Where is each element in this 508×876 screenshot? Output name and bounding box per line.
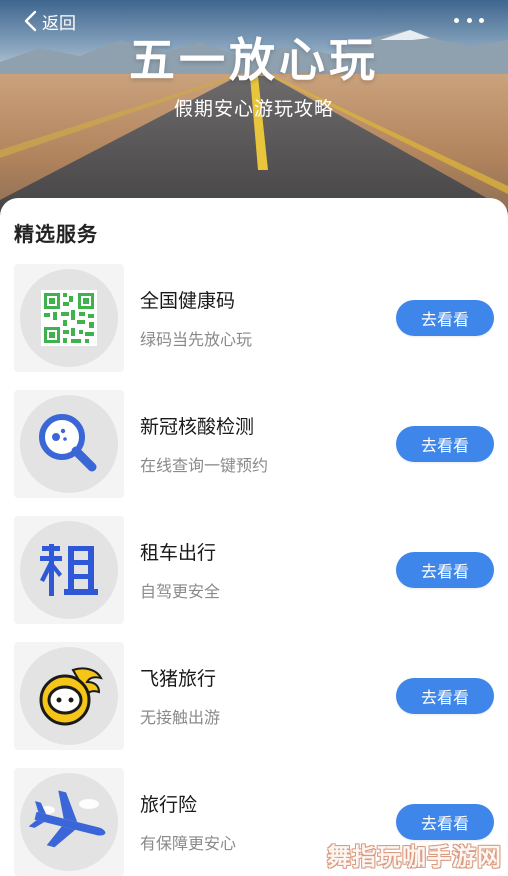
- watermark: 舞指玩咖手游网: [327, 843, 502, 871]
- service-item-nucleic-test[interactable]: 新冠核酸检测 在线查询一键预约 去看看: [0, 390, 508, 500]
- go-see-button[interactable]: 去看看: [396, 552, 494, 588]
- service-name: 旅行险: [140, 794, 198, 816]
- service-desc: 无接触出游: [140, 708, 221, 727]
- dot-icon: [479, 17, 484, 23]
- go-see-button[interactable]: 去看看: [396, 678, 494, 714]
- service-item-health-code[interactable]: 全国健康码 绿码当先放心玩 去看看: [0, 264, 508, 374]
- service-name: 全国健康码: [140, 290, 236, 312]
- go-see-button[interactable]: 去看看: [396, 804, 494, 840]
- page-title: 五一放心玩: [129, 33, 379, 87]
- service-item-rent-car[interactable]: 租车出行 自驾更安全 去看看: [0, 516, 508, 626]
- section-title: 精选服务: [14, 222, 98, 246]
- service-icon-box: [14, 390, 124, 498]
- go-see-button[interactable]: 去看看: [396, 300, 494, 336]
- service-icon-box: [14, 642, 124, 750]
- qr-code-icon: [41, 290, 97, 346]
- service-icon-box: [14, 264, 124, 372]
- dot-icon: [454, 17, 459, 23]
- page-subtitle: 假期安心游玩攻略: [173, 98, 334, 120]
- go-see-button[interactable]: 去看看: [396, 426, 494, 462]
- services-card: 精选服务 全国健康码 绿码当先放心玩 去看看 新冠核酸检测 在线查询一键预约 去…: [0, 198, 508, 876]
- service-name: 新冠核酸检测: [140, 416, 255, 438]
- service-item-fliggy[interactable]: 飞猪旅行 无接触出游 去看看: [0, 642, 508, 752]
- airplane-icon: [29, 790, 106, 848]
- service-name: 飞猪旅行: [140, 668, 217, 690]
- service-name: 租车出行: [140, 542, 217, 564]
- rent-car-icon: [40, 544, 98, 596]
- dot-icon: [466, 17, 472, 23]
- service-desc: 自驾更安全: [140, 582, 221, 601]
- magnifier-test-icon: [39, 414, 97, 472]
- service-icon-box: [14, 516, 124, 624]
- service-icon-box: [14, 768, 124, 876]
- service-desc: 在线查询一键预约: [140, 456, 269, 475]
- fliggy-pig-icon: [39, 667, 103, 726]
- service-desc: 有保障更安心: [140, 834, 237, 853]
- service-desc: 绿码当先放心玩: [140, 330, 253, 349]
